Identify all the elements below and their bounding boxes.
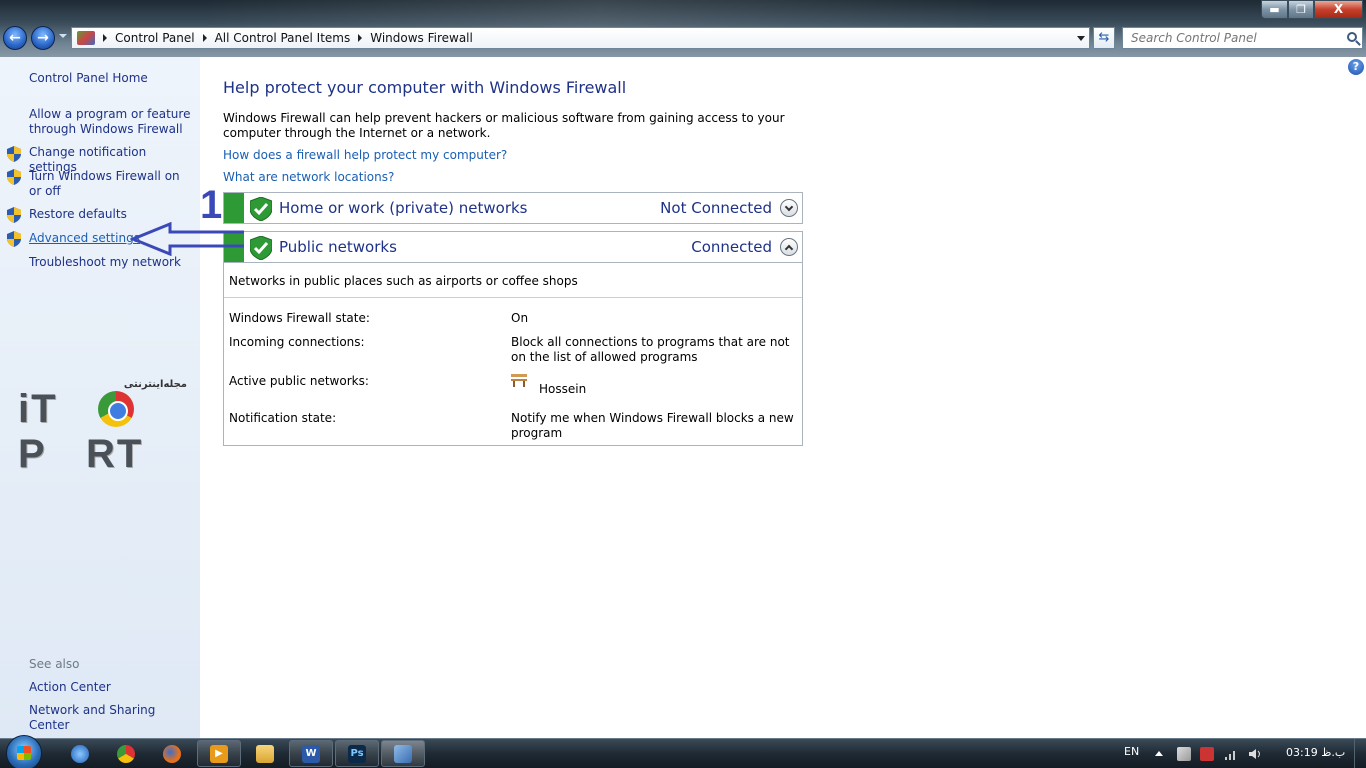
network-description: Networks in public places such as airpor…	[229, 274, 578, 288]
network-sharing-center-link[interactable]: Network and Sharing Center	[29, 703, 194, 733]
show-desktop-button[interactable]	[1354, 739, 1366, 768]
logo-globe-icon	[98, 391, 134, 427]
search-icon[interactable]	[1347, 32, 1357, 42]
breadcrumb-windows-firewall[interactable]: Windows Firewall	[370, 31, 473, 45]
window-titlebar: ← → Control Panel All Control Panel Item…	[0, 0, 1366, 57]
incoming-connections-label: Incoming connections:	[229, 335, 365, 349]
network-locations-link[interactable]: What are network locations?	[223, 170, 394, 184]
ie-icon	[71, 744, 89, 763]
address-dropdown-icon[interactable]	[1077, 36, 1085, 41]
breadcrumb-control-panel[interactable]: Control Panel	[115, 31, 195, 45]
action-center-link[interactable]: Action Center	[29, 680, 194, 695]
public-networks-header[interactable]: Public networks Connected	[223, 231, 803, 263]
status-color-bar	[224, 193, 244, 223]
main-content: ? Help protect your computer with Window…	[200, 57, 1366, 738]
media-player-icon: ▶	[210, 744, 228, 763]
notification-state-value: Notify me when Windows Firewall blocks a…	[511, 411, 794, 440]
chrome-icon	[117, 744, 135, 763]
language-indicator[interactable]: EN	[1124, 745, 1139, 758]
breadcrumb-separator-icon[interactable]	[202, 34, 207, 42]
control-panel-icon	[394, 744, 412, 763]
taskbar-ie[interactable]	[58, 740, 102, 767]
chevron-up-icon	[784, 244, 794, 253]
firewall-shield-icon	[249, 196, 273, 222]
system-clock[interactable]: 03:19 ب.ظ	[1286, 746, 1345, 759]
firewall-state-value: On	[511, 311, 529, 325]
network-name: Public networks	[279, 238, 397, 256]
breadcrumb-separator-icon[interactable]	[103, 34, 107, 42]
firewall-help-link[interactable]: How does a firewall help protect my comp…	[223, 148, 507, 162]
control-panel-home-link[interactable]: Control Panel Home	[29, 71, 194, 86]
allow-program-link[interactable]: Allow a program or feature through Windo…	[29, 107, 194, 137]
turn-firewall-on-off-link[interactable]: Turn Windows Firewall on or off	[29, 169, 189, 199]
intro-text: Windows Firewall can help prevent hacker…	[223, 111, 785, 140]
refresh-button[interactable]: ⇆	[1093, 27, 1115, 49]
uac-shield-icon	[7, 169, 21, 185]
word-icon: W	[302, 744, 320, 763]
left-navigation-pane: Control Panel Home Allow a program or fe…	[0, 57, 200, 738]
incoming-connections-value: Block all connections to programs that a…	[511, 335, 790, 364]
public-network-bench-icon	[511, 374, 527, 387]
advanced-settings-link[interactable]: Advanced settings	[29, 231, 140, 246]
search-input[interactable]	[1131, 28, 1341, 48]
active-networks-label: Active public networks:	[229, 374, 369, 388]
firewall-state-label: Windows Firewall state:	[229, 311, 370, 325]
maximize-button[interactable]: ❐	[1288, 0, 1314, 19]
taskbar-control-panel[interactable]	[381, 740, 425, 767]
network-signal-icon[interactable]	[1224, 747, 1238, 761]
back-button[interactable]: ←	[3, 26, 27, 50]
firewall-shield-icon	[249, 235, 273, 261]
search-box[interactable]	[1122, 27, 1363, 49]
action-center-flag-icon[interactable]	[1177, 747, 1191, 761]
see-also-heading: See also	[29, 657, 80, 671]
uac-shield-icon	[7, 207, 21, 223]
start-button[interactable]	[6, 735, 42, 768]
chevron-down-icon	[784, 202, 794, 211]
taskbar-chrome[interactable]	[104, 740, 148, 767]
network-status: Connected	[691, 238, 772, 256]
troubleshoot-network-link[interactable]: Troubleshoot my network	[29, 255, 194, 270]
private-networks-header[interactable]: Home or work (private) networks Not Conn…	[223, 192, 803, 224]
itport-logo: iT P RT مجله‌اینترنتی	[18, 379, 190, 476]
breadcrumb-separator-icon[interactable]	[358, 34, 363, 42]
recent-pages-dropdown-icon[interactable]	[59, 34, 67, 38]
expand-toggle-button[interactable]	[780, 199, 798, 217]
breadcrumb-all-items[interactable]: All Control Panel Items	[215, 31, 351, 45]
show-hidden-icons-icon[interactable]	[1155, 751, 1163, 756]
public-network-details: Networks in public places such as airpor…	[223, 262, 803, 446]
uac-shield-icon	[7, 146, 21, 162]
taskbar: ▶ W Ps EN 03:19 ب.ظ	[0, 735, 1366, 768]
taskbar-word[interactable]: W	[289, 740, 333, 767]
network-status: Not Connected	[660, 199, 772, 217]
taskbar-explorer[interactable]	[243, 740, 287, 767]
address-bar[interactable]: Control Panel All Control Panel Items Wi…	[71, 27, 1090, 49]
divider	[224, 297, 802, 298]
restore-defaults-link[interactable]: Restore defaults	[29, 207, 194, 222]
taskbar-firefox[interactable]	[150, 740, 194, 767]
close-button[interactable]: X	[1314, 0, 1363, 19]
uac-shield-icon	[7, 231, 21, 247]
titlebar-glass	[200, 0, 1000, 30]
safely-remove-hardware-icon[interactable]	[1200, 747, 1214, 761]
help-icon[interactable]: ?	[1348, 59, 1364, 75]
firefox-icon	[163, 744, 181, 763]
network-name: Home or work (private) networks	[279, 199, 528, 217]
explorer-icon	[256, 744, 274, 763]
annotation-arrow-icon	[130, 222, 244, 256]
page-title: Help protect your computer with Windows …	[223, 78, 627, 97]
logo-subtitle: مجله‌اینترنتی	[123, 379, 187, 390]
active-network-name: Hossein	[539, 382, 587, 396]
collapse-toggle-button[interactable]	[780, 238, 798, 256]
notification-state-label: Notification state:	[229, 411, 337, 425]
photoshop-icon: Ps	[348, 744, 366, 763]
taskbar-media-player[interactable]: ▶	[197, 740, 241, 767]
control-panel-icon	[77, 31, 95, 45]
volume-icon[interactable]	[1248, 747, 1262, 761]
taskbar-photoshop[interactable]: Ps	[335, 740, 379, 767]
minimize-button[interactable]: ▬	[1261, 0, 1288, 19]
forward-button[interactable]: →	[31, 26, 55, 50]
